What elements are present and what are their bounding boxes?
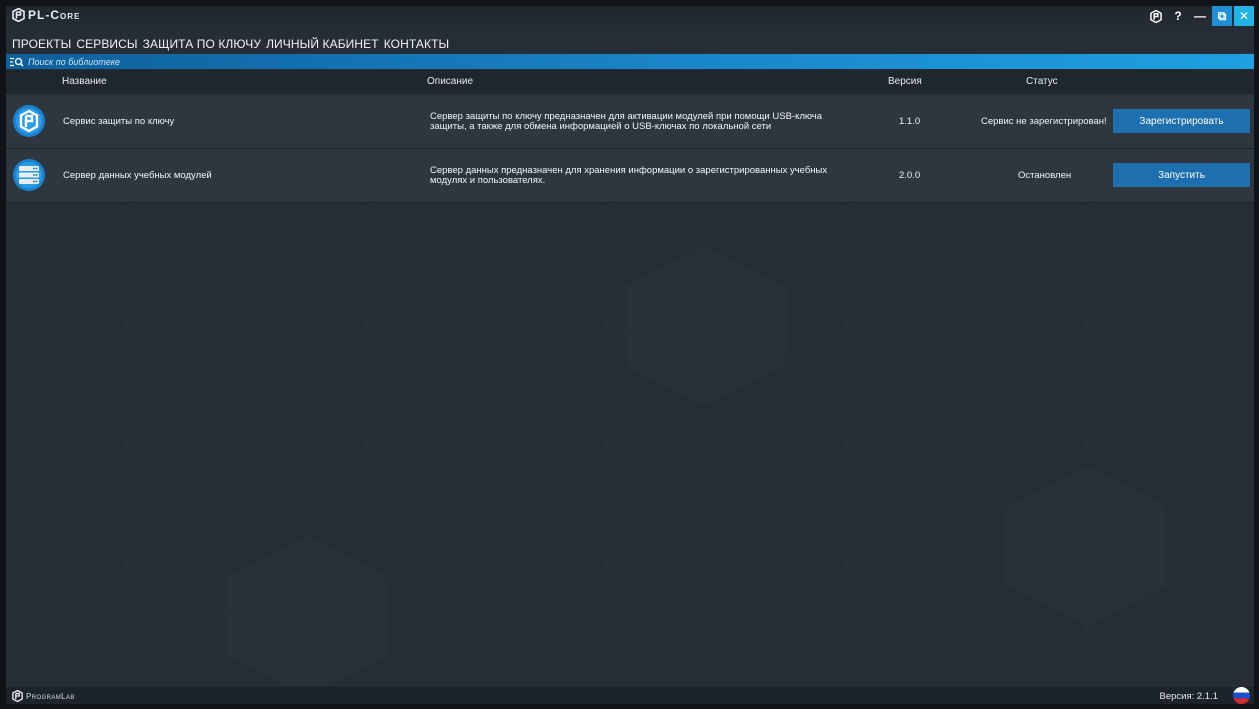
search-bar: [6, 54, 1254, 69]
column-header-description[interactable]: Описание: [427, 76, 473, 87]
minimize-button[interactable]: —: [1190, 6, 1210, 26]
menu-item-personal-account[interactable]: ЛИЧНЫЙ КАБИНЕТ: [266, 30, 379, 55]
service-status: Сервис не зарегистрирован!: [981, 116, 1107, 127]
table-row[interactable]: Сервер данных учебных модулей Сервер дан…: [6, 149, 1254, 203]
service-description: Сервер данных предназначен для хранения …: [430, 166, 850, 186]
help-button[interactable]: ?: [1168, 6, 1188, 26]
data-server-icon: [13, 159, 45, 191]
menu-item-services[interactable]: СЕРВИСЫ: [76, 30, 138, 57]
close-button[interactable]: ✕: [1234, 6, 1254, 26]
app-title: PL-Core: [28, 8, 81, 22]
background-pattern: [6, 206, 1254, 686]
service-version: 1.1.0: [899, 116, 921, 127]
pl-core-logo-icon: [12, 8, 25, 22]
title-bar: PL-Core ? — ⧉ ✕: [6, 6, 1254, 28]
restore-button[interactable]: ⧉: [1212, 6, 1232, 26]
app-window: PL-Core ? — ⧉ ✕ ПРОЕКТЫ СЕРВИСЫ ЗАЩИТА П…: [6, 6, 1254, 704]
menu-item-contacts[interactable]: КОНТАКТЫ: [384, 30, 450, 55]
footer-brand: ProgramLab: [26, 691, 75, 701]
register-button[interactable]: Зарегистрировать: [1113, 109, 1250, 133]
service-name: Сервис защиты по ключу: [63, 116, 175, 127]
app-logo: PL-Core: [12, 8, 80, 22]
programlab-logo-icon: [12, 690, 23, 702]
menu-item-key-protection[interactable]: ЗАЩИТА ПО КЛЮЧУ: [143, 30, 261, 55]
main-menu: ПРОЕКТЫ СЕРВИСЫ ЗАЩИТА ПО КЛЮЧУ ЛИЧНЫЙ К…: [6, 30, 450, 57]
window-controls: ? — ⧉ ✕: [1144, 6, 1254, 28]
footer: ProgramLab Версия: 2.1.1: [6, 687, 1254, 704]
service-status: Остановлен: [1018, 170, 1072, 181]
key-protection-service-icon: [13, 105, 45, 137]
footer-logo: ProgramLab: [12, 690, 75, 702]
description-line: защиты, а также для обмена информацией о…: [430, 121, 772, 132]
column-header-name[interactable]: Название: [62, 76, 107, 87]
service-version: 2.0.0: [899, 170, 921, 181]
column-header-version[interactable]: Версия: [888, 76, 922, 87]
service-description: Сервер защиты по ключу предназначен для …: [430, 112, 850, 132]
filter-search-icon[interactable]: [10, 57, 26, 67]
menu-item-projects[interactable]: ПРОЕКТЫ: [12, 30, 71, 55]
russian-flag-icon[interactable]: [1233, 687, 1250, 704]
description-line: модулях и пользователях.: [430, 175, 546, 186]
pl-core-logo-icon[interactable]: [1146, 6, 1166, 26]
app-version: Версия: 2.1.1: [1159, 691, 1218, 702]
column-header-status[interactable]: Статус: [1026, 76, 1058, 87]
table-header: Название Описание Версия Статус: [6, 70, 1254, 94]
search-input[interactable]: [26, 56, 428, 67]
table-row[interactable]: Сервис защиты по ключу Сервер защиты по …: [6, 95, 1254, 149]
service-name: Сервер данных учебных модулей: [63, 170, 212, 181]
start-button[interactable]: Запустить: [1113, 163, 1250, 187]
